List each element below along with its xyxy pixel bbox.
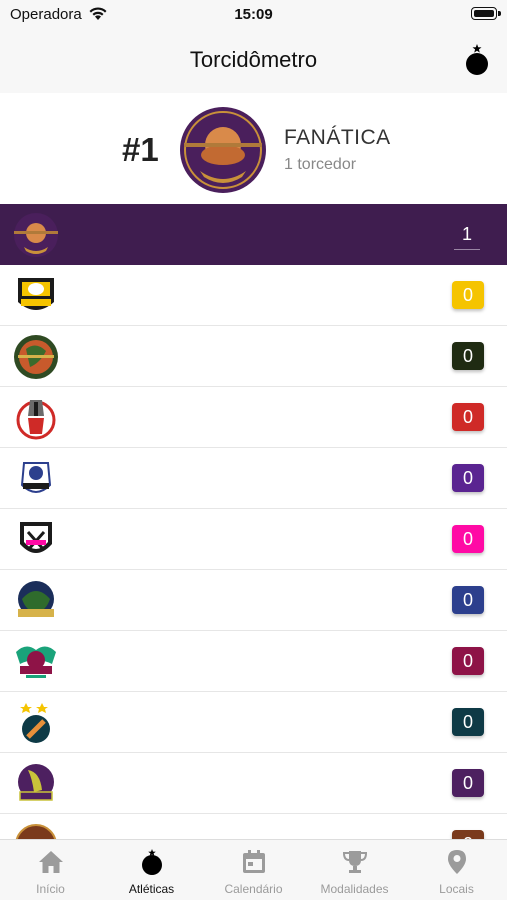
tab-label: Modalidades xyxy=(320,882,389,896)
calendar-icon xyxy=(243,850,265,873)
vote-count: 0 xyxy=(452,403,484,431)
leader-rank: #1 xyxy=(122,131,159,168)
ball-icon[interactable] xyxy=(464,42,490,76)
vote-count: 0 xyxy=(452,464,484,492)
list-item[interactable]: 0 xyxy=(0,387,507,448)
list-item[interactable]: 0 xyxy=(0,265,507,326)
list-item[interactable]: 0 xyxy=(0,692,507,753)
vote-count: 0 xyxy=(452,342,484,370)
tab-label: Início xyxy=(36,882,65,896)
aguias-logo xyxy=(18,278,54,310)
red-logo xyxy=(16,400,56,440)
tab-label: Calendário xyxy=(224,882,283,896)
status-bar: Operadora 15:09 xyxy=(0,0,507,30)
tab-locais[interactable]: Locais xyxy=(406,840,507,900)
pink-logo xyxy=(20,522,52,553)
vote-count: 1 xyxy=(454,224,480,250)
purple-logo xyxy=(20,462,52,493)
vote-count: 0 xyxy=(452,525,484,553)
list-item[interactable]: 1 xyxy=(0,204,507,265)
tab-label: Locais xyxy=(439,882,474,896)
ball-icon xyxy=(142,849,162,875)
leader-card: #1 FANÁTICA 1 torcedor xyxy=(0,93,507,203)
list-item[interactable]: 0 xyxy=(0,753,507,814)
list-item[interactable]: 0 xyxy=(0,448,507,509)
vote-count: 0 xyxy=(452,647,484,675)
supremo-logo xyxy=(16,646,56,678)
leader-name: FANÁTICA xyxy=(284,126,391,149)
leader-supporters: 1 torcedor xyxy=(284,156,357,173)
ranking-list[interactable]: 1 0 0 0 0 0 0 0 0 0 xyxy=(0,204,507,839)
list-item[interactable]: 0 xyxy=(0,326,507,387)
vote-count: 0 xyxy=(452,586,484,614)
fanatica-logo xyxy=(14,213,58,257)
list-item[interactable]: 0 xyxy=(0,509,507,570)
tab-calendario[interactable]: Calendário xyxy=(203,840,304,900)
trophy-icon xyxy=(342,851,368,873)
tab-bar: Início Atléticas Calendário Modalidades xyxy=(0,839,507,900)
home-icon xyxy=(39,851,63,873)
fanatica-logo xyxy=(180,107,266,193)
list-item[interactable]: 0 xyxy=(0,570,507,631)
tab-inicio[interactable]: Início xyxy=(0,840,101,900)
list-item[interactable]: 0 xyxy=(0,631,507,692)
navigation-bar: Torcidômetro xyxy=(0,30,507,93)
battery-icon xyxy=(471,7,501,20)
tab-modalidades[interactable]: Modalidades xyxy=(304,840,405,900)
page-title: Torcidômetro xyxy=(189,47,318,72)
vote-count: 0 xyxy=(452,708,484,736)
list-item[interactable]: 0 xyxy=(0,814,507,839)
status-time: 15:09 xyxy=(234,6,273,23)
blue-logo xyxy=(18,581,54,617)
green-logo xyxy=(14,335,58,379)
tab-label: Atléticas xyxy=(128,882,175,896)
vote-count: 0 xyxy=(452,281,484,309)
brown-logo xyxy=(15,824,57,839)
plum-logo xyxy=(18,764,54,801)
teal-logo xyxy=(20,703,50,743)
tab-atleticas[interactable]: Atléticas xyxy=(101,840,202,900)
location-pin-icon xyxy=(448,850,466,874)
vote-count: 0 xyxy=(452,769,484,797)
vote-count: 0 xyxy=(452,830,484,839)
